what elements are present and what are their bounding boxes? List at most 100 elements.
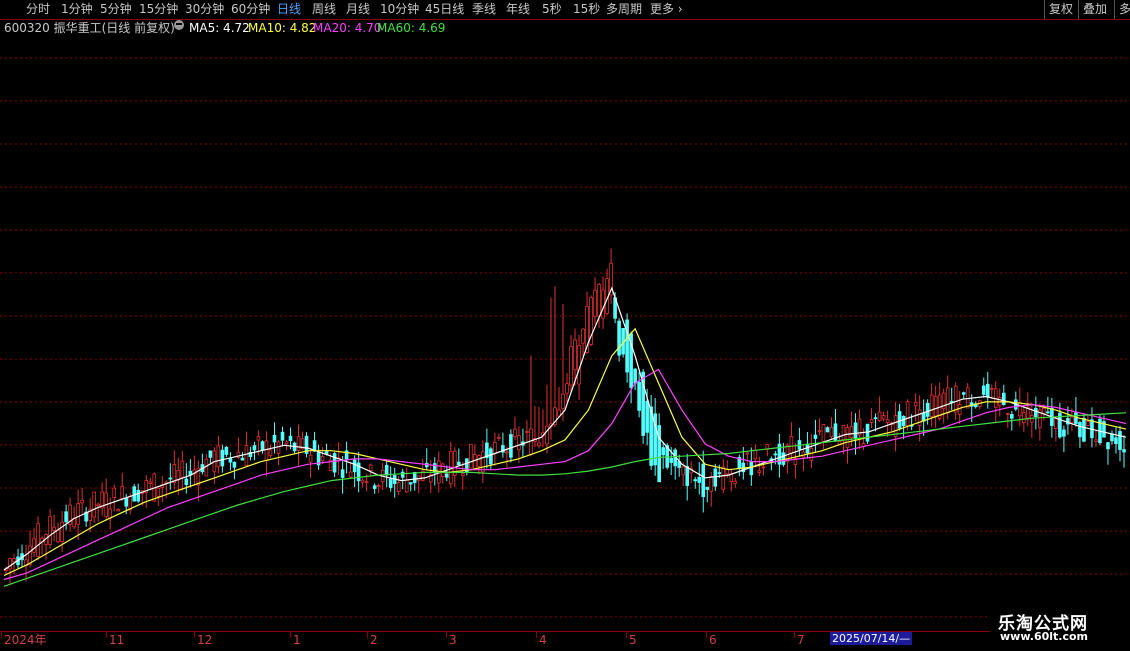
candle-body <box>284 441 289 445</box>
date-tick <box>194 632 195 638</box>
period-tab[interactable]: 日线 <box>277 1 301 17</box>
candle-body <box>457 461 461 466</box>
month-label: 11 <box>109 633 125 647</box>
candle-body <box>112 487 116 499</box>
candle-body <box>869 419 874 423</box>
candle-body <box>108 508 112 519</box>
period-tab[interactable]: 15分钟 <box>139 1 178 17</box>
candle-body <box>945 387 950 414</box>
period-tab[interactable]: 60分钟 <box>231 1 270 17</box>
gear-icon[interactable] <box>174 20 184 30</box>
candle-body <box>477 455 481 467</box>
candle-body <box>597 284 601 317</box>
candle-body <box>989 387 994 390</box>
period-tab[interactable]: 分时 <box>26 1 50 17</box>
candle-body <box>925 402 930 417</box>
candle-body <box>296 436 301 451</box>
candle-body <box>637 381 641 411</box>
candle-body <box>877 411 882 421</box>
candle-body <box>1118 431 1122 450</box>
candle-body <box>396 482 401 492</box>
candle-body <box>773 453 778 456</box>
candle-body <box>617 320 621 356</box>
candle-body <box>1122 449 1126 453</box>
candle-body <box>1018 402 1022 417</box>
candle-body <box>1046 411 1050 414</box>
period-tab[interactable]: 1分钟 <box>61 1 93 17</box>
candle-body <box>745 452 750 455</box>
candle-body <box>901 415 906 427</box>
period-tab[interactable]: 15秒 <box>573 1 600 17</box>
candle-body <box>1070 416 1074 423</box>
kline-chart[interactable] <box>0 38 1130 631</box>
candle-body <box>184 478 189 485</box>
period-tab[interactable]: 30分钟 <box>185 1 224 17</box>
candle-body <box>368 464 373 471</box>
candle-body <box>957 404 962 415</box>
candle-body <box>961 392 966 395</box>
candle-body <box>220 449 225 467</box>
month-label: 2 <box>370 633 378 647</box>
period-tab[interactable]: 45日线 <box>425 1 464 17</box>
period-tab[interactable]: 5分钟 <box>100 1 132 17</box>
candle-body <box>1106 442 1110 450</box>
candle-body <box>48 516 52 546</box>
candle-body <box>525 431 529 433</box>
candle-body <box>633 368 637 384</box>
candle-body <box>116 509 121 512</box>
candle-body <box>561 393 565 409</box>
period-tab[interactable]: 月线 <box>346 1 370 17</box>
candle-body <box>444 473 449 478</box>
candle-body <box>376 484 381 488</box>
candle-body <box>873 417 878 420</box>
period-toolbar: 分时 1分钟 5分钟 15分钟 30分钟 60分钟 日线 周线 月线 10分钟 45日线 季线 年线 5秒… <box>0 0 1130 20</box>
candle-body <box>813 434 818 439</box>
period-tab[interactable]: 多周期 <box>606 1 642 17</box>
toolbar-right-button[interactable]: 多 <box>1114 0 1130 19</box>
candle-body <box>12 558 16 563</box>
period-tab[interactable]: 季线 <box>472 1 496 17</box>
candle-body <box>340 469 345 478</box>
candle-body <box>469 443 473 469</box>
period-tab[interactable]: 周线 <box>312 1 336 17</box>
candle-body <box>1110 433 1114 442</box>
candle-body <box>757 470 762 473</box>
candle-body <box>28 545 32 565</box>
period-tab[interactable]: 10分钟 <box>380 1 419 17</box>
cursor-date-label: 2025/07/14/— <box>830 632 913 645</box>
ma10-value: MA10: 4.82 <box>248 21 317 35</box>
toolbar-right-button[interactable]: 复权 <box>1044 0 1077 19</box>
candle-body <box>981 385 986 395</box>
more-button[interactable]: 更多 › <box>650 1 683 17</box>
candle-body <box>400 471 405 478</box>
candle-body <box>601 289 605 319</box>
candle-body <box>717 472 722 475</box>
month-label: 4 <box>539 633 547 647</box>
candle-body <box>32 538 36 553</box>
candle-body <box>701 463 706 498</box>
toolbar-right-button[interactable]: 叠加 <box>1078 0 1111 19</box>
candle-body <box>1034 407 1038 417</box>
candle-body <box>352 459 357 473</box>
candle-body <box>705 486 710 490</box>
period-tab[interactable]: 年线 <box>506 1 530 17</box>
candle-body <box>1022 411 1026 423</box>
period-tab[interactable]: 5秒 <box>542 1 562 17</box>
ma60-value: MA60: 4.69 <box>377 21 446 35</box>
candle-body <box>1074 412 1078 424</box>
candle-body <box>240 457 245 461</box>
candle-body <box>913 402 918 407</box>
candle-body <box>885 419 890 423</box>
candle-body <box>513 428 517 438</box>
candle-body <box>845 427 850 449</box>
date-tick <box>626 632 627 638</box>
candle-body <box>825 427 830 433</box>
candle-body <box>761 466 766 469</box>
candle-body <box>721 466 726 490</box>
candle-body <box>841 424 846 440</box>
stock-title: 600320 振华重工(日线 前复权) <box>4 21 175 35</box>
candle-body <box>136 489 141 502</box>
candle-body <box>489 448 493 465</box>
candle-body <box>581 328 585 344</box>
candle-body <box>1086 421 1090 426</box>
